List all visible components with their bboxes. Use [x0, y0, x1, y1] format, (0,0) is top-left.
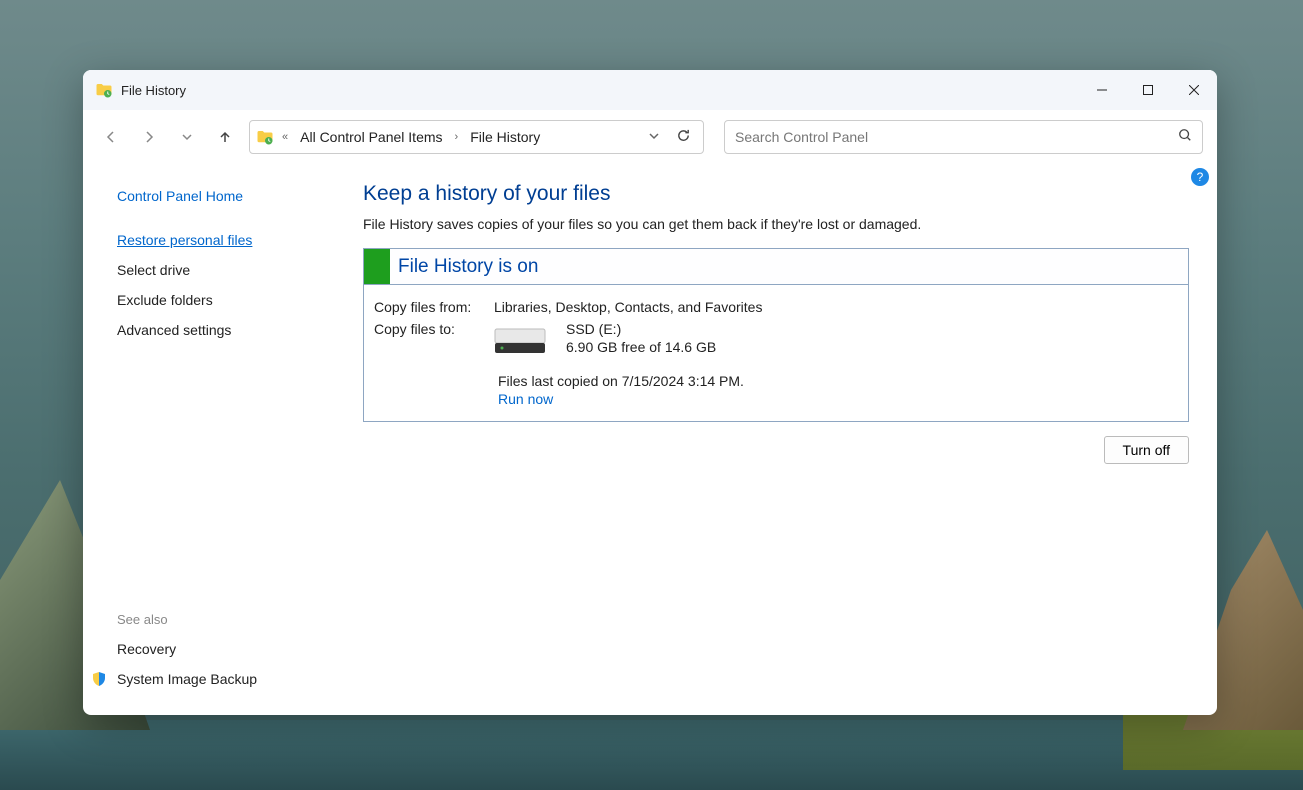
last-copied-text: Files last copied on 7/15/2024 3:14 PM.	[498, 373, 1176, 389]
search-box[interactable]	[724, 120, 1203, 154]
main-content: Keep a history of your files File Histor…	[363, 164, 1217, 715]
status-header: File History is on	[364, 249, 1188, 285]
breadcrumb-current[interactable]: File History	[466, 127, 544, 147]
copy-from-value: Libraries, Desktop, Contacts, and Favori…	[494, 299, 762, 315]
folder-icon	[95, 81, 113, 99]
help-button[interactable]: ?	[1191, 168, 1209, 186]
window-title: File History	[121, 83, 186, 98]
see-also-system-image-backup[interactable]: System Image Backup	[97, 671, 363, 687]
search-icon	[1178, 128, 1192, 147]
status-indicator	[364, 249, 390, 284]
close-button[interactable]	[1171, 70, 1217, 110]
recent-dropdown[interactable]	[173, 123, 201, 151]
refresh-button[interactable]	[670, 128, 697, 146]
search-input[interactable]	[735, 129, 1178, 145]
back-button[interactable]	[97, 123, 125, 151]
see-also-recovery[interactable]: Recovery	[97, 641, 363, 657]
run-now-link[interactable]: Run now	[498, 391, 1176, 407]
titlebar: File History	[83, 70, 1217, 110]
folder-icon	[256, 128, 274, 146]
sidebar: Control Panel Home Restore personal file…	[83, 164, 363, 715]
chevron-left-icon: «	[278, 131, 292, 143]
control-panel-home-link[interactable]: Control Panel Home	[117, 188, 363, 204]
drive-name: SSD (E:)	[566, 321, 716, 337]
minimize-button[interactable]	[1079, 70, 1125, 110]
drive-icon	[494, 325, 546, 355]
copy-from-label: Copy files from:	[374, 299, 494, 315]
navbar: « All Control Panel Items › File History	[83, 110, 1217, 164]
breadcrumb-prev[interactable]: All Control Panel Items	[296, 127, 446, 147]
up-button[interactable]	[211, 123, 239, 151]
see-also-heading: See also	[117, 612, 363, 627]
address-bar[interactable]: « All Control Panel Items › File History	[249, 120, 704, 154]
see-also-label: Recovery	[117, 641, 176, 657]
sidebar-link-select-drive[interactable]: Select drive	[117, 262, 363, 278]
sidebar-link-advanced[interactable]: Advanced settings	[117, 322, 363, 338]
turn-off-button[interactable]: Turn off	[1104, 436, 1189, 464]
page-heading: Keep a history of your files	[363, 182, 1189, 206]
copy-to-label: Copy files to:	[374, 321, 494, 355]
sidebar-link-exclude-folders[interactable]: Exclude folders	[117, 292, 363, 308]
sidebar-link-restore[interactable]: Restore personal files	[117, 232, 363, 248]
maximize-button[interactable]	[1125, 70, 1171, 110]
status-title: File History is on	[390, 256, 538, 278]
see-also-label: System Image Backup	[117, 671, 257, 687]
forward-button[interactable]	[135, 123, 163, 151]
file-history-window: File History	[83, 70, 1217, 715]
address-dropdown[interactable]	[642, 129, 666, 145]
drive-space: 6.90 GB free of 14.6 GB	[566, 339, 716, 355]
status-box: File History is on Copy files from: Libr…	[363, 248, 1189, 422]
chevron-right-icon: ›	[451, 131, 463, 143]
page-description: File History saves copies of your files …	[363, 216, 1189, 232]
shield-icon	[91, 671, 107, 687]
